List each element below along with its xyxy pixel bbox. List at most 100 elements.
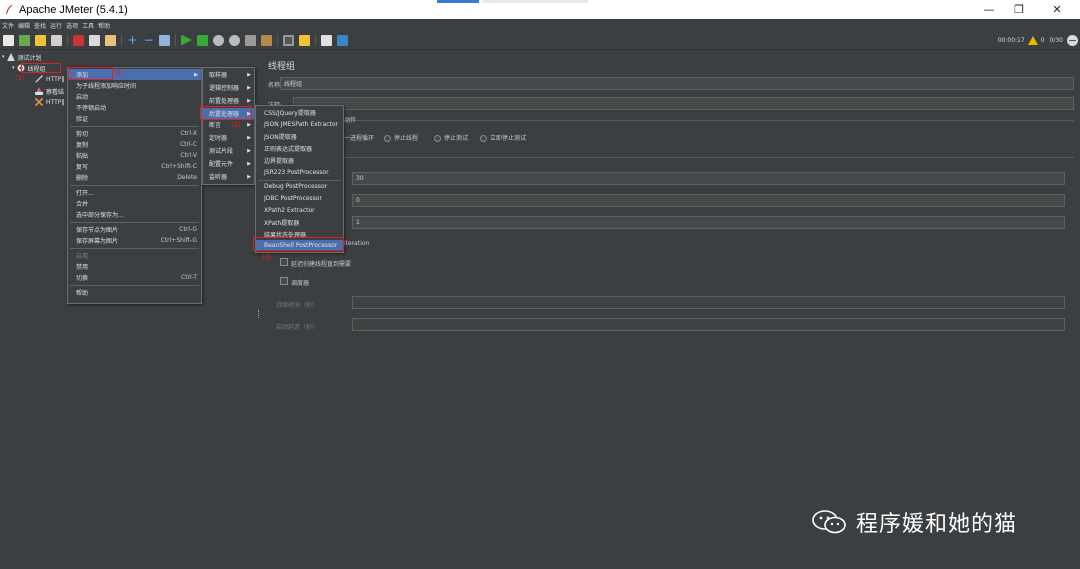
toolbar-separator bbox=[121, 34, 122, 46]
menu-item-cut[interactable]: 剪切 Ctrl-X bbox=[68, 128, 201, 139]
menu-run[interactable]: 运行 bbox=[50, 21, 62, 30]
chevron-right-icon: ▶ bbox=[194, 71, 198, 78]
submenu-item-timer[interactable]: 定时器 ▶ bbox=[203, 132, 254, 143]
remote-engines-icon[interactable] bbox=[1067, 35, 1078, 46]
watermark: 程序媛和她的猫 bbox=[812, 506, 1017, 538]
annotation-4: (4) bbox=[262, 253, 272, 261]
help-icon[interactable] bbox=[337, 34, 348, 46]
tree-node-test-plan[interactable]: ▾ 测试计划 bbox=[2, 52, 42, 62]
menu-item-open[interactable]: 打开... bbox=[68, 187, 201, 198]
pp-item-boundary-extractor[interactable]: 边界提取器 bbox=[256, 155, 343, 166]
radio-stop-test[interactable]: 停止测试 bbox=[434, 133, 468, 142]
menu-item-disable[interactable]: 禁用 bbox=[68, 261, 201, 272]
menu-item-start-no-pause[interactable]: 不停顿启动 bbox=[68, 102, 201, 113]
toggle-icon[interactable] bbox=[159, 34, 170, 46]
menu-item-paste[interactable]: 粘贴 Ctrl-V bbox=[68, 150, 201, 161]
function-helper-icon[interactable] bbox=[321, 34, 332, 46]
submenu-item-assertion[interactable]: 断言 ▶ bbox=[203, 119, 254, 130]
clear-icon[interactable] bbox=[245, 34, 256, 46]
submenu-item-logic-controller[interactable]: 逻辑控制器 ▶ bbox=[203, 82, 254, 93]
menu-tools[interactable]: 工具 bbox=[82, 21, 94, 30]
radio-continue[interactable]: 一进程循环 bbox=[344, 133, 374, 142]
open-icon[interactable] bbox=[35, 34, 46, 46]
startup-delay-field[interactable] bbox=[352, 318, 1065, 331]
submenu-item-config-element[interactable]: 配置元件 ▶ bbox=[203, 158, 254, 169]
same-user-iteration-label: iteration bbox=[344, 240, 370, 247]
stop-icon[interactable] bbox=[213, 34, 224, 46]
menu-item-add[interactable]: 添加 ▶ bbox=[68, 69, 201, 80]
start-icon[interactable] bbox=[181, 34, 192, 46]
menu-item-add-think-time[interactable]: 为子线程添加响应时间 bbox=[68, 80, 201, 91]
paste-icon[interactable] bbox=[105, 34, 116, 46]
name-field[interactable]: 线程组 bbox=[280, 77, 1074, 90]
pp-item-regex-extractor[interactable]: 正则表达式提取器 bbox=[256, 143, 343, 154]
elapsed-time: 00:00:17 bbox=[997, 37, 1025, 44]
tree-node-thread-group[interactable]: ▾ 线程组 bbox=[12, 63, 46, 73]
submenu-item-pre-processor[interactable]: 前置处理器 ▶ bbox=[203, 95, 254, 106]
delay-thread-creation-checkbox[interactable] bbox=[280, 258, 288, 266]
start-no-pause-icon[interactable] bbox=[197, 34, 208, 46]
new-icon[interactable] bbox=[3, 34, 14, 46]
pp-item-xpath[interactable]: XPath提取器 bbox=[256, 217, 343, 228]
tree-node-http-request-1[interactable]: HTTP‖ bbox=[35, 74, 64, 84]
menu-edit[interactable]: 编辑 bbox=[18, 21, 30, 30]
submenu-item-listener[interactable]: 监听器 ▶ bbox=[203, 171, 254, 182]
submenu-item-test-fragment[interactable]: 测试片段 ▶ bbox=[203, 145, 254, 156]
menu-separator bbox=[70, 285, 199, 286]
menu-item-help[interactable]: 帮助 bbox=[68, 287, 201, 298]
taskbar-strip bbox=[483, 0, 588, 3]
pp-item-debug[interactable]: Debug PostProcessor bbox=[256, 181, 343, 192]
duration-field[interactable] bbox=[352, 296, 1065, 309]
warning-icon[interactable] bbox=[1027, 36, 1038, 45]
menu-item-merge[interactable]: 合并 bbox=[68, 198, 201, 209]
pp-item-json-jmespath[interactable]: JSON JMESPath Extractor bbox=[256, 119, 343, 130]
menu-item-validate[interactable]: 验证 bbox=[68, 113, 201, 124]
context-menu: 添加 ▶ 为子线程添加响应时间 启动 不停顿启动 验证 剪切 Ctrl-X 复制 Ct… bbox=[67, 67, 202, 304]
cut-icon[interactable] bbox=[73, 34, 84, 46]
menu-item-save-selection[interactable]: 选中部分保存为... bbox=[68, 209, 201, 220]
comment-field[interactable] bbox=[293, 97, 1074, 110]
submenu-item-sampler[interactable]: 取样器 ▶ bbox=[203, 69, 254, 80]
pp-item-css-jquery[interactable]: CSS/JQuery提取器 bbox=[256, 107, 343, 118]
expand-icon[interactable]: + bbox=[127, 34, 138, 46]
radio-stop-test-now[interactable]: 立即停止测试 bbox=[480, 133, 526, 142]
pp-item-jdbc[interactable]: JDBC PostProcessor bbox=[256, 193, 343, 204]
close-button[interactable]: ✕ bbox=[1034, 0, 1080, 19]
menu-item-toggle[interactable]: 切换 Ctrl-T bbox=[68, 272, 201, 283]
listener-icon bbox=[35, 87, 43, 95]
menu-item-copy[interactable]: 复制 Ctrl-C bbox=[68, 139, 201, 150]
reset-search-icon[interactable] bbox=[299, 34, 310, 46]
menu-item-start[interactable]: 启动 bbox=[68, 91, 201, 102]
radio-stop-thread[interactable]: 停止线程 bbox=[384, 133, 418, 142]
threads-field[interactable]: 30 bbox=[352, 172, 1065, 185]
menu-search[interactable]: 查找 bbox=[34, 21, 46, 30]
menu-item-save-node-image[interactable]: 保存节点为图片 Ctrl-G bbox=[68, 224, 201, 235]
rampup-field[interactable]: 0 bbox=[352, 194, 1065, 207]
scheduler-checkbox[interactable] bbox=[280, 277, 288, 285]
submenu-item-post-processor[interactable]: 后置处理器 ▶ bbox=[203, 108, 254, 119]
menu-options[interactable]: 选项 bbox=[66, 21, 78, 30]
pp-item-beanshell[interactable]: BeanShell PostProcessor bbox=[256, 240, 343, 251]
copy-icon[interactable] bbox=[89, 34, 100, 46]
section-divider bbox=[344, 157, 1074, 158]
menu-item-save-screen-image[interactable]: 保存屏幕为图片 Ctrl+Shift-G bbox=[68, 235, 201, 246]
pp-item-xpath2[interactable]: XPath2 Extractor bbox=[256, 205, 343, 216]
toolbar-separator bbox=[277, 34, 278, 46]
tree-node-http-request-2[interactable]: HTTP‖ bbox=[35, 97, 64, 107]
pp-item-json-extractor[interactable]: JSON提取器 bbox=[256, 131, 343, 142]
collapse-icon[interactable]: − bbox=[143, 34, 154, 46]
clear-all-icon[interactable] bbox=[261, 34, 272, 46]
menu-help[interactable]: 帮助 bbox=[98, 21, 110, 30]
annotation-2: (2) bbox=[114, 69, 124, 77]
save-icon[interactable] bbox=[51, 34, 62, 46]
loop-count-field[interactable]: 1 bbox=[352, 216, 1065, 229]
tree-node-result-tree[interactable]: 察看结 bbox=[35, 86, 64, 96]
pp-item-result-status[interactable]: 结果状态处理器 bbox=[256, 229, 343, 240]
pp-item-jsr223[interactable]: JSR223 PostProcessor bbox=[256, 167, 343, 178]
menu-item-duplicate[interactable]: 复写 Ctrl+Shift-C bbox=[68, 161, 201, 172]
menu-item-delete[interactable]: 删除 Delete bbox=[68, 172, 201, 183]
menu-file[interactable]: 文件 bbox=[2, 21, 14, 30]
shutdown-icon[interactable] bbox=[229, 34, 240, 46]
search-icon[interactable] bbox=[283, 34, 294, 46]
templates-icon[interactable] bbox=[19, 34, 30, 46]
